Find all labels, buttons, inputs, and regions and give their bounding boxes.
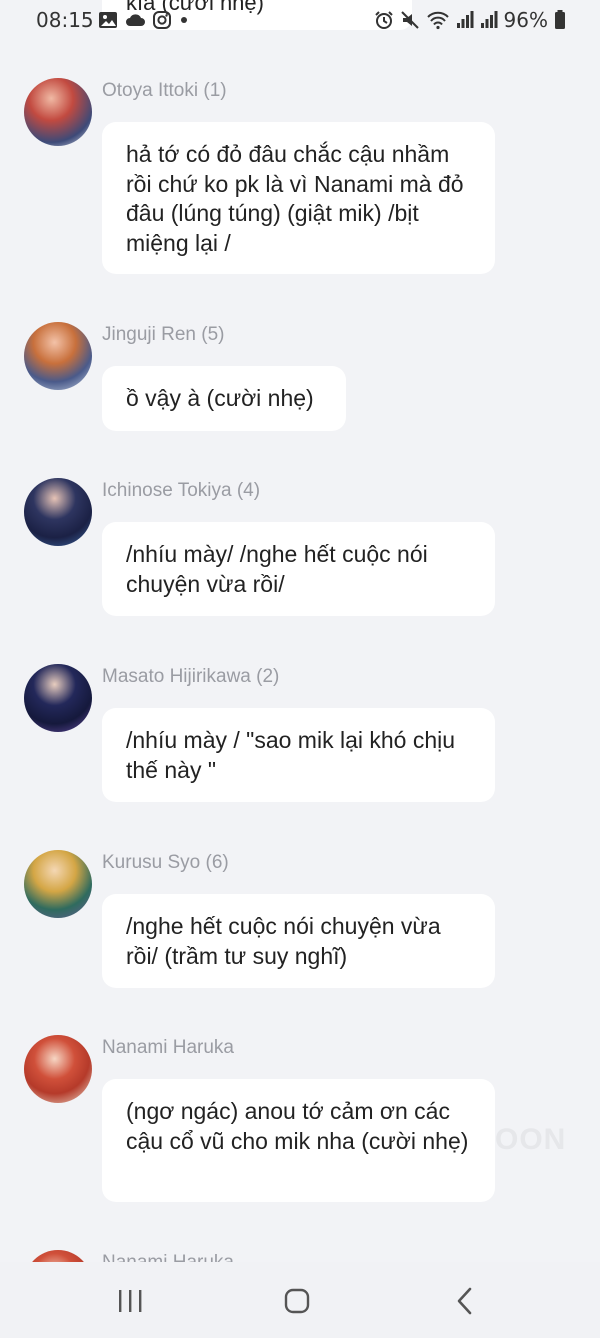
message-bubble[interactable]: /nghe hết cuộc nói chuyện vừa rồi/ (trầm… bbox=[102, 894, 495, 988]
message-bubble[interactable]: ồ vậy à (cười nhẹ) bbox=[102, 366, 346, 431]
recents-icon bbox=[119, 1290, 142, 1312]
notification-icons bbox=[98, 10, 190, 30]
sender-name[interactable]: Masato Hijirikawa (2) bbox=[102, 666, 279, 688]
sender-name[interactable]: Otoya Ittoki (1) bbox=[102, 80, 227, 102]
status-time: 08:15 bbox=[36, 8, 94, 32]
sender-name[interactable]: Jinguji Ren (5) bbox=[102, 324, 225, 346]
signal-icon bbox=[480, 11, 498, 28]
instagram-icon bbox=[153, 11, 171, 29]
home-icon bbox=[284, 1288, 310, 1314]
mute-icon bbox=[400, 11, 419, 29]
back-button[interactable] bbox=[445, 1282, 485, 1322]
battery-icon bbox=[555, 10, 565, 29]
navigation-bar bbox=[0, 1262, 600, 1338]
image-icon bbox=[99, 12, 117, 28]
cloud-icon bbox=[126, 14, 145, 26]
wifi-icon bbox=[426, 11, 449, 30]
message-bubble[interactable]: (ngơ ngác) anou tớ cảm ơn các cậu cổ vũ … bbox=[102, 1079, 495, 1202]
alarm-icon bbox=[374, 11, 393, 29]
sender-name[interactable]: Nanami Haruka bbox=[102, 1037, 234, 1059]
avatar[interactable] bbox=[24, 664, 92, 732]
avatar[interactable] bbox=[24, 78, 92, 146]
recents-button[interactable] bbox=[110, 1282, 150, 1322]
dot-icon bbox=[181, 17, 187, 23]
avatar[interactable] bbox=[24, 850, 92, 918]
avatar[interactable] bbox=[24, 1035, 92, 1103]
message-bubble[interactable]: /nhíu mày/ /nghe hết cuộc nói chuyện vừa… bbox=[102, 522, 495, 616]
avatar[interactable] bbox=[24, 478, 92, 546]
home-button[interactable] bbox=[277, 1282, 317, 1322]
system-icons: 96% bbox=[374, 8, 566, 32]
message-bubble[interactable]: /nhíu mày / "sao mik lại khó chịu thế nà… bbox=[102, 708, 495, 802]
signal-icon bbox=[456, 11, 474, 28]
watermark: OON bbox=[495, 1123, 567, 1156]
avatar[interactable] bbox=[24, 322, 92, 390]
battery-percent: 96% bbox=[503, 8, 548, 32]
sender-name[interactable]: Kurusu Syo (6) bbox=[102, 852, 229, 874]
back-icon bbox=[457, 1287, 472, 1315]
status-bar: 08:15 96% bbox=[0, 0, 600, 40]
sender-name[interactable]: Ichinose Tokiya (4) bbox=[102, 480, 260, 502]
message-bubble[interactable]: hả tớ có đỏ đâu chắc cậu nhầm rồi chứ ko… bbox=[102, 122, 495, 274]
